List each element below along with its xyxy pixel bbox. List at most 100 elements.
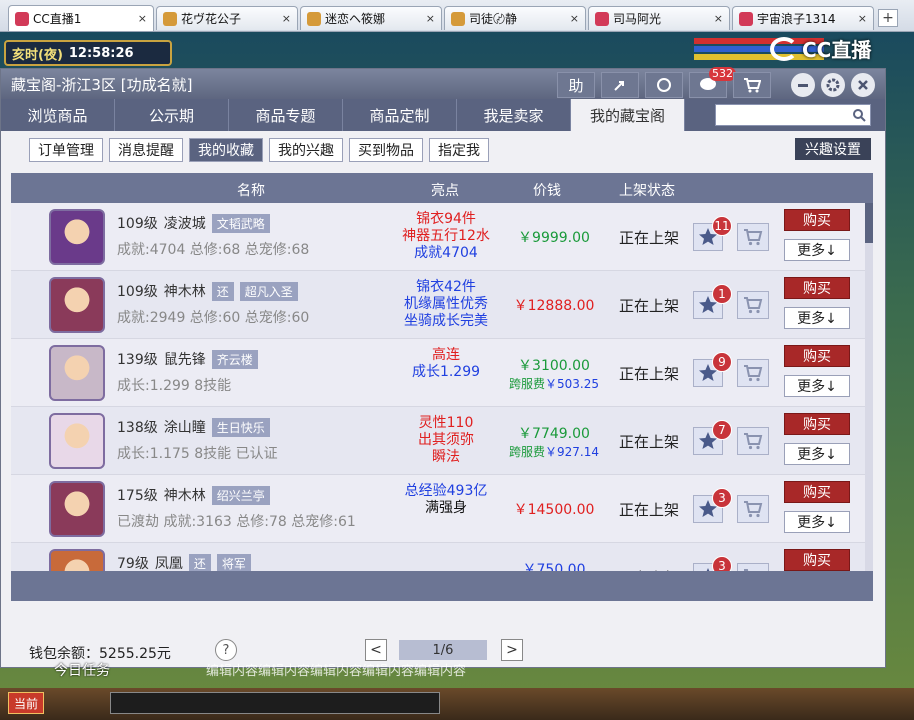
buy-button[interactable]: 购买	[784, 481, 850, 503]
search-icon[interactable]	[852, 108, 866, 122]
treasure-pavilion-window: 藏宝阁-浙江3区 [功成名就] 助 532 浏览商品 公示期 商品专题 商品定制…	[0, 67, 886, 668]
tab-seller[interactable]: 我是卖家	[457, 99, 571, 131]
next-page-button[interactable]: >	[501, 639, 523, 661]
new-tab-button[interactable]: +	[878, 9, 898, 27]
listing-status: 正在上架	[619, 229, 680, 247]
browser-tab[interactable]: 迷恋ヘ筱娜 ×	[300, 6, 442, 30]
close-icon	[858, 80, 868, 90]
browser-tab[interactable]: 司马阿光 ×	[588, 6, 730, 30]
close-window-button[interactable]	[851, 73, 875, 97]
page-indicator: 1/6	[399, 640, 487, 660]
more-button[interactable]: 更多↓	[784, 443, 850, 465]
character-avatar[interactable]	[49, 413, 105, 469]
help-button[interactable]: 助	[557, 72, 595, 98]
add-to-cart-button[interactable]	[737, 359, 769, 387]
item-title: 138级 涂山瞳 生日快乐	[117, 417, 270, 437]
close-icon[interactable]: ×	[138, 12, 147, 25]
favorite-button[interactable]: 11	[693, 216, 732, 251]
browser-tab[interactable]: 花ヴ花公子 ×	[156, 6, 298, 30]
favorite-button[interactable]: 7	[693, 420, 732, 455]
character-avatar[interactable]	[49, 345, 105, 401]
shopping-cart-icon	[744, 501, 763, 518]
more-button[interactable]: 更多↓	[784, 307, 850, 329]
add-to-cart-button[interactable]	[737, 427, 769, 455]
table-row[interactable]: 138级 涂山瞳 生日快乐 成长:1.175 8技能 已认证 灵性110 出其须弥…	[11, 407, 873, 475]
subtab-purchased[interactable]: 买到物品	[349, 138, 423, 162]
favorite-button[interactable]: 9	[693, 352, 732, 387]
search-input[interactable]	[715, 104, 871, 126]
favorite-button[interactable]: 1	[693, 284, 732, 319]
shopping-cart-icon	[744, 433, 763, 450]
prev-page-button[interactable]: <	[365, 639, 387, 661]
interest-settings-button[interactable]: 兴趣设置	[795, 138, 871, 160]
buy-button[interactable]: 购买	[784, 549, 850, 571]
favorite-button[interactable]: 3	[693, 488, 732, 523]
current-channel-button[interactable]: 当前	[8, 692, 44, 714]
add-to-cart-button[interactable]	[737, 291, 769, 319]
browser-tab[interactable]: 宇宙浪子1314 ×	[732, 6, 874, 30]
close-icon[interactable]: ×	[714, 12, 723, 25]
item-price: ￥9999.00	[499, 203, 609, 271]
clock-time: 12:58:26	[68, 45, 134, 61]
column-highlight: 亮点	[431, 183, 459, 199]
scrollbar-thumb[interactable]	[865, 203, 873, 243]
item-info: 成就:2949 总修:60 总宠修:60	[117, 310, 310, 326]
add-to-cart-button[interactable]	[737, 223, 769, 251]
table-row[interactable]: 109级 神木林 还超凡入圣 成就:2949 总修:60 总宠修:60 锦衣42…	[11, 271, 873, 339]
tab-browse[interactable]: 浏览商品	[1, 99, 115, 131]
close-icon[interactable]: ×	[858, 12, 867, 25]
more-button[interactable]: 更多↓	[784, 511, 850, 533]
main-nav: 浏览商品 公示期 商品专题 商品定制 我是卖家 我的藏宝阁	[1, 99, 885, 131]
more-button[interactable]: 更多↓	[784, 375, 850, 397]
shopping-cart-icon	[744, 229, 763, 246]
browser-tab[interactable]: CC直播1 ×	[8, 5, 154, 31]
close-icon[interactable]: ×	[426, 12, 435, 25]
subtab-orders[interactable]: 订单管理	[29, 138, 103, 162]
add-to-cart-button[interactable]	[737, 495, 769, 523]
settings-button[interactable]	[821, 73, 845, 97]
character-avatar[interactable]	[49, 277, 105, 333]
share-button[interactable]	[601, 72, 639, 98]
daily-task-label[interactable]: 今日任务	[54, 660, 110, 680]
buy-button[interactable]: 购买	[784, 413, 850, 435]
buy-button[interactable]: 购买	[784, 345, 850, 367]
character-avatar[interactable]	[49, 209, 105, 265]
subtab-favorites[interactable]: 我的收藏	[189, 138, 263, 162]
buy-button[interactable]: 购买	[784, 209, 850, 231]
tab-custom[interactable]: 商品定制	[343, 99, 457, 131]
chat-input[interactable]	[110, 692, 440, 714]
highlight-line: 高连	[432, 347, 460, 363]
table-row[interactable]: 109级 凌波城 文韬武略 成就:4704 总修:68 总宠修:68 锦衣94件…	[11, 203, 873, 271]
browser-tab[interactable]: 司徒〄静 ×	[444, 6, 586, 30]
favorites-table: 名称 亮点 价钱 上架状态 109级 凌波城 文韬武略 成就:4704 总修:6…	[11, 173, 873, 601]
minimize-button[interactable]	[791, 73, 815, 97]
close-icon[interactable]: ×	[282, 12, 291, 25]
cart-button[interactable]	[733, 72, 771, 98]
item-level: 138级	[117, 420, 158, 436]
clock-period: 亥时(夜)	[12, 47, 63, 63]
buy-button[interactable]: 购买	[784, 277, 850, 299]
help-icon[interactable]: ?	[215, 639, 237, 661]
table-row[interactable]: 175级 神木林 绍兴兰亭 已渡劫 成就:3163 总修:78 总宠修:61 总…	[11, 475, 873, 543]
close-icon[interactable]: ×	[570, 12, 579, 25]
more-button[interactable]: 更多↓	[784, 239, 850, 261]
record-button[interactable]	[645, 72, 683, 98]
item-highlights: 锦衣42件 机缘属性优秀 坐骑成长完美	[396, 279, 496, 330]
tab-public[interactable]: 公示期	[115, 99, 229, 131]
item-name: 凌波城	[163, 216, 206, 232]
item-info: 成就:4704 总修:68 总宠修:68	[117, 242, 310, 258]
subtab-messages[interactable]: 消息提醒	[109, 138, 183, 162]
highlight-line: 机缘属性优秀	[404, 296, 488, 312]
subtab-designated[interactable]: 指定我	[429, 138, 489, 162]
tab-favicon-icon	[595, 11, 609, 26]
table-row[interactable]: 139级 鼠先锋 齐云楼 成长:1.299 8技能 高连 成长1.299 ￥310…	[11, 339, 873, 407]
table-scrollbar[interactable]	[865, 203, 873, 571]
item-price: ￥14500.00	[499, 475, 609, 543]
tab-my-pavilion[interactable]: 我的藏宝阁	[571, 99, 685, 131]
subtab-interests[interactable]: 我的兴趣	[269, 138, 343, 162]
tab-topics[interactable]: 商品专题	[229, 99, 343, 131]
character-avatar[interactable]	[49, 481, 105, 537]
item-tag: 生日快乐	[211, 417, 270, 437]
messages-button[interactable]: 532	[689, 67, 736, 98]
item-level: 175级	[117, 488, 158, 504]
